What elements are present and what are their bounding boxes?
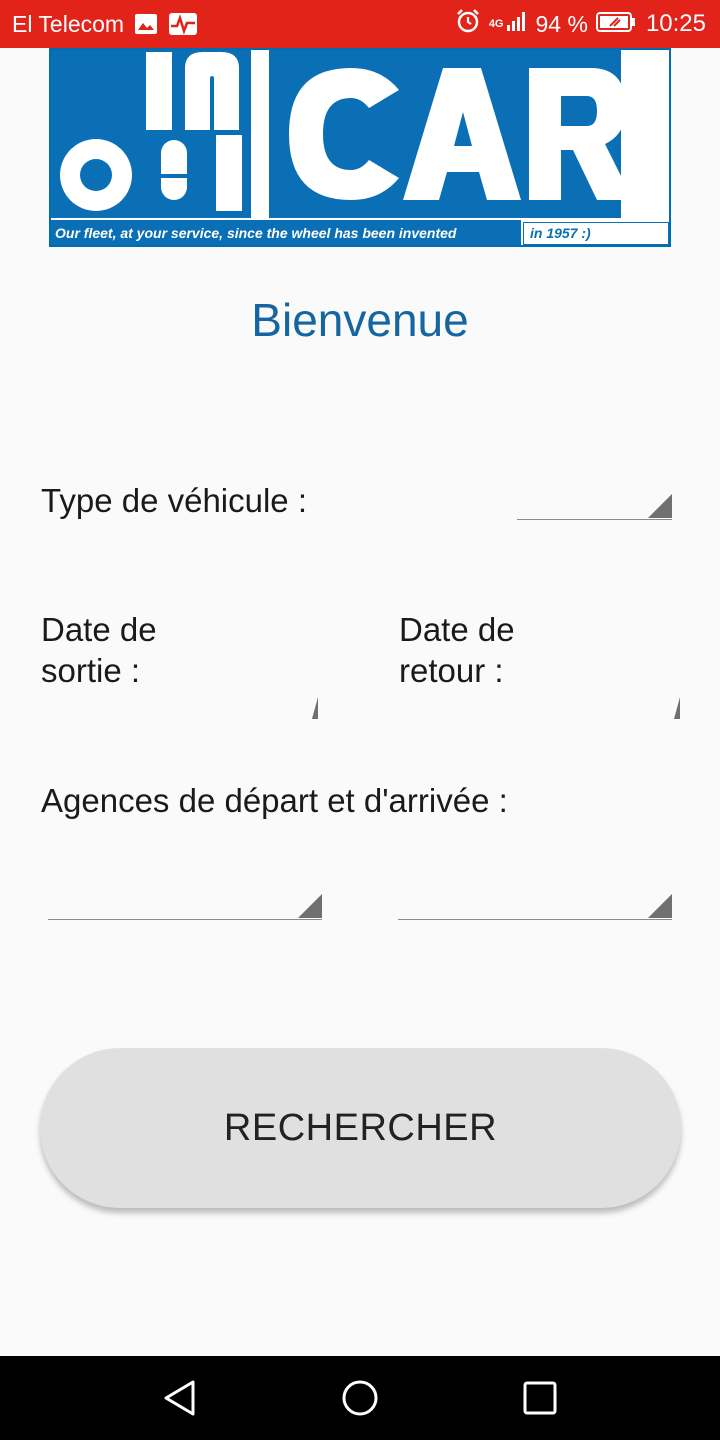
- pulse-app-icon: [168, 12, 198, 36]
- return-date-label-line1: Date de: [399, 611, 515, 648]
- dropdown-arrow-icon: [298, 894, 322, 918]
- departure-date-label-line1: Date de: [41, 611, 157, 648]
- signal-icon: [506, 10, 528, 38]
- clock: 10:25: [645, 10, 706, 37]
- gallery-icon: [134, 13, 158, 35]
- departure-agency-dropdown[interactable]: [48, 890, 322, 920]
- search-button[interactable]: RECHERCHER: [40, 1048, 681, 1208]
- battery-percent: 94 %: [535, 10, 588, 37]
- agencies-label: Agences de départ et d'arrivée :: [41, 782, 508, 819]
- back-icon[interactable]: [160, 1378, 200, 1418]
- recents-icon[interactable]: [520, 1378, 560, 1418]
- dropdown-arrow-icon: [648, 894, 672, 918]
- return-date-label: Date de retour :: [399, 609, 515, 691]
- logo-tagline-year: in 1957 :): [523, 222, 669, 245]
- alarm-icon: [455, 8, 481, 40]
- departure-date-dropdown[interactable]: [300, 694, 318, 720]
- dropdown-arrow-icon: [648, 494, 672, 518]
- incar-logo-mark: [60, 50, 633, 218]
- home-icon[interactable]: [340, 1378, 380, 1418]
- status-icons: 4G 94 % 10:25: [447, 8, 706, 40]
- vehicle-type-dropdown[interactable]: [517, 490, 672, 520]
- dropdown-arrow-icon: [312, 697, 318, 719]
- return-date-dropdown[interactable]: [662, 694, 680, 720]
- arrival-agency-dropdown[interactable]: [398, 890, 672, 920]
- logo-tagline: Our fleet, at your service, since the wh…: [51, 220, 521, 245]
- status-bar: El Telecom 4G 94 % 10:25: [0, 0, 720, 48]
- app-logo: Our fleet, at your service, since the wh…: [49, 48, 671, 247]
- vehicle-type-label: Type de véhicule :: [41, 482, 307, 519]
- departure-date-label-line2: sortie :: [41, 652, 141, 689]
- battery-icon: [595, 11, 636, 38]
- page-title: Bienvenue: [251, 294, 469, 346]
- network-type: 4G: [488, 17, 504, 30]
- system-nav-bar: [0, 1356, 720, 1440]
- departure-date-label: Date de sortie :: [41, 609, 157, 691]
- carrier-name: El Telecom: [12, 10, 125, 37]
- dropdown-arrow-icon: [674, 697, 680, 719]
- return-date-label-line2: retour :: [399, 652, 504, 689]
